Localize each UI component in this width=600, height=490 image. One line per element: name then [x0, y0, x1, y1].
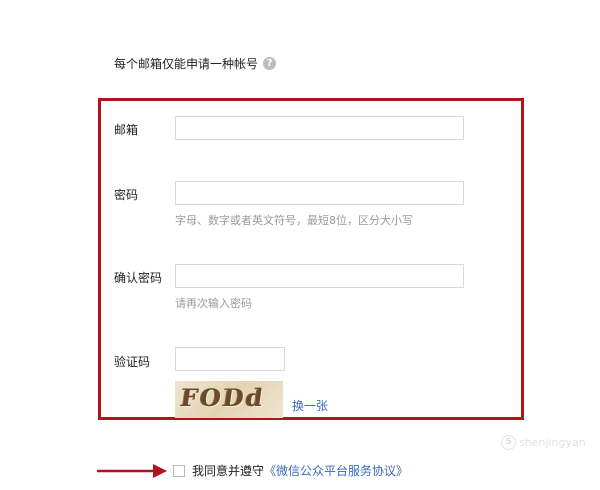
captcha-label: 验证码 [114, 355, 151, 369]
highlight-box [98, 98, 524, 420]
captcha-image[interactable]: FODd [175, 381, 283, 418]
account-notice: 每个邮箱仅能申请一种帐号 ? [114, 55, 277, 72]
watermark-text: shenjingyan [519, 436, 586, 449]
watermark: S shenjingyan [501, 435, 586, 450]
confirm-password-hint: 请再次输入密码 [175, 297, 252, 310]
watermark-logo-icon: S [501, 435, 516, 450]
agreement-row: 我同意并遵守 《微信公众平台服务协议》 [173, 462, 408, 479]
pointer-arrow-icon [97, 464, 167, 478]
email-label: 邮箱 [114, 123, 139, 137]
email-field[interactable] [175, 116, 464, 140]
help-icon[interactable]: ? [263, 57, 277, 70]
agreement-prefix: 我同意并遵守 [192, 464, 265, 478]
captcha-field[interactable] [175, 347, 285, 371]
password-label: 密码 [114, 188, 139, 202]
password-field[interactable] [175, 181, 464, 205]
confirm-password-label: 确认密码 [114, 271, 163, 285]
captcha-image-text: FODd [178, 383, 267, 412]
agreement-checkbox[interactable] [173, 464, 185, 477]
password-hint: 字母、数字或者英文符号，最短8位，区分大小写 [175, 214, 413, 227]
account-notice-text: 每个邮箱仅能申请一种帐号 [114, 57, 259, 71]
refresh-captcha-link[interactable]: 换一张 [292, 397, 328, 414]
confirm-password-field[interactable] [175, 264, 464, 288]
service-agreement-link[interactable]: 《微信公众平台服务协议》 [264, 462, 408, 479]
